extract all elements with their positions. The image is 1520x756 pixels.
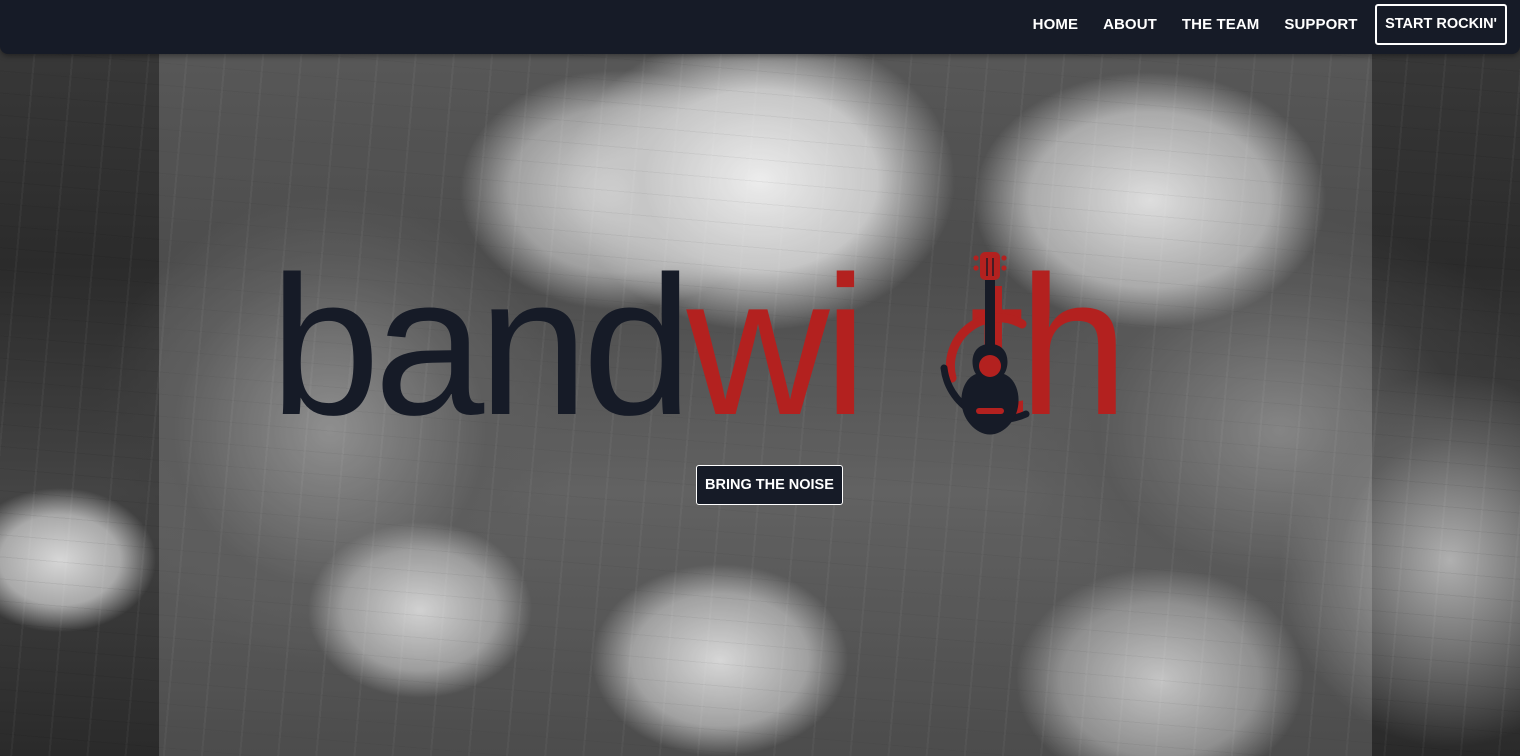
nav-menu: HOME ABOUT THE TEAM SUPPORT START ROCKIN… <box>1020 4 1507 45</box>
nav-item-support: SUPPORT <box>1272 4 1370 45</box>
navbar: HOME ABOUT THE TEAM SUPPORT START ROCKIN… <box>0 0 1520 54</box>
nav-link-support[interactable]: SUPPORT <box>1272 4 1370 45</box>
nav-link-about[interactable]: ABOUT <box>1091 4 1170 45</box>
start-rockin-button[interactable]: START ROCKIN' <box>1375 4 1507 45</box>
bring-the-noise-button[interactable]: BRING THE NOISE <box>696 465 843 505</box>
nav-link-home[interactable]: HOME <box>1020 4 1090 45</box>
logo-text-band: band <box>270 235 692 456</box>
page: HOME ABOUT THE TEAM SUPPORT START ROCKIN… <box>0 0 1520 756</box>
nav-item-home: HOME <box>1020 4 1090 45</box>
bandwidth-logo: bandwi th <box>270 247 1250 445</box>
nav-link-the-team[interactable]: THE TEAM <box>1169 4 1271 45</box>
nav-item-the-team: THE TEAM <box>1169 4 1271 45</box>
guitar-icon <box>940 252 1030 435</box>
logo-text-wi: wi <box>686 235 867 456</box>
nav-item-start-rockin: START ROCKIN' <box>1370 4 1507 45</box>
nav-item-about: ABOUT <box>1091 4 1170 45</box>
